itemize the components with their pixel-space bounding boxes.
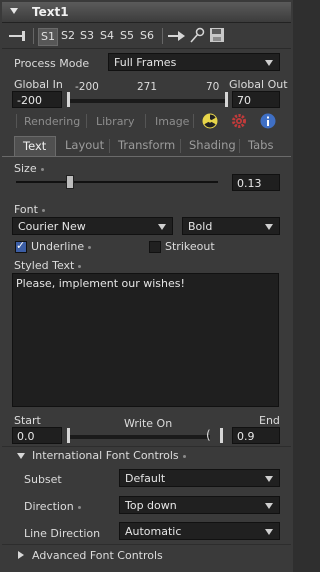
write-on-start-field[interactable]: 0.0 bbox=[12, 427, 62, 444]
underline-checkbox[interactable] bbox=[15, 239, 27, 253]
toolbar-separator bbox=[33, 28, 34, 44]
write-on-end-label: End bbox=[259, 414, 280, 427]
chevron-down-icon bbox=[265, 529, 273, 535]
styled-text-input[interactable]: Please, implement our wishes! bbox=[12, 273, 279, 407]
direction-label: Direction bbox=[24, 500, 81, 513]
process-mode-select[interactable]: Full Frames bbox=[108, 53, 280, 71]
chevron-down-icon bbox=[265, 60, 273, 66]
font-label: Font bbox=[14, 203, 45, 216]
pin-icon[interactable] bbox=[8, 29, 28, 43]
font-style-value: Bold bbox=[188, 220, 213, 233]
font-style-select[interactable]: Bold bbox=[182, 217, 280, 235]
styled-text-label: Styled Text bbox=[14, 259, 82, 272]
write-on-label: Write On bbox=[124, 417, 173, 430]
global-in-label: Global In bbox=[14, 78, 63, 91]
tab-separator bbox=[145, 114, 146, 128]
slot-s1[interactable]: S1 bbox=[38, 28, 58, 46]
toolbar-separator bbox=[162, 28, 163, 44]
slot-s2[interactable]: S2 bbox=[59, 28, 77, 44]
write-on-track[interactable] bbox=[70, 435, 210, 439]
tool-header[interactable]: Text1 bbox=[2, 2, 291, 23]
subtab-baseline bbox=[2, 156, 291, 157]
font-family-select[interactable]: Courier New bbox=[12, 217, 173, 235]
size-slider-track[interactable] bbox=[16, 181, 218, 183]
inspector-panel: Text1 S1 S2 S3 S4 S5 S6 Process Mode Ful… bbox=[0, 0, 293, 572]
write-on-start-label: Start bbox=[14, 414, 41, 427]
direction-value: Top down bbox=[125, 499, 177, 512]
tab-separator bbox=[239, 139, 240, 153]
tab-separator bbox=[86, 114, 87, 128]
line-direction-label: Line Direction bbox=[24, 527, 101, 540]
slot-s3[interactable]: S3 bbox=[78, 28, 96, 44]
write-on-end-field[interactable]: 0.9 bbox=[232, 427, 280, 444]
intl-font-controls-header[interactable]: International Font Controls bbox=[32, 449, 186, 462]
radioactive-icon[interactable] bbox=[202, 113, 218, 129]
tool-title: Text1 bbox=[32, 5, 69, 19]
process-mode-value: Full Frames bbox=[114, 56, 177, 69]
slot-s6[interactable]: S6 bbox=[138, 28, 156, 44]
line-direction-value: Automatic bbox=[125, 525, 182, 538]
gear-icon[interactable] bbox=[231, 113, 247, 129]
reset-icon[interactable] bbox=[167, 28, 187, 44]
tab-separator bbox=[193, 114, 194, 128]
tab-transform[interactable]: Transform bbox=[118, 136, 175, 156]
tab-layout[interactable]: Layout bbox=[65, 136, 104, 156]
toolbar: S1 S2 S3 S4 S5 S6 bbox=[2, 24, 291, 49]
tab-separator bbox=[109, 139, 110, 153]
advanced-font-controls-header[interactable]: Advanced Font Controls bbox=[32, 549, 163, 562]
tab-shading[interactable]: Shading bbox=[189, 136, 236, 156]
size-label: Size bbox=[14, 162, 44, 175]
tab-rendering[interactable]: Rendering bbox=[24, 115, 80, 133]
strikeout-checkbox[interactable] bbox=[149, 241, 161, 253]
collapsed-triangle-icon[interactable] bbox=[18, 551, 24, 559]
subset-value: Default bbox=[125, 472, 166, 485]
key-icon[interactable] bbox=[188, 27, 206, 45]
global-out-field[interactable]: 70 bbox=[232, 91, 280, 108]
info-icon[interactable] bbox=[260, 113, 276, 129]
size-slider-knob[interactable] bbox=[66, 175, 74, 189]
group-divider bbox=[2, 446, 291, 447]
write-on-handle-right[interactable] bbox=[220, 428, 223, 443]
save-icon[interactable] bbox=[209, 27, 225, 43]
global-in-field[interactable]: -200 bbox=[12, 91, 62, 108]
tab-text[interactable]: Text bbox=[14, 136, 56, 156]
tab-separator bbox=[16, 114, 17, 128]
tab-image[interactable]: Image bbox=[155, 115, 189, 133]
range-mark-right: 70 bbox=[206, 81, 220, 93]
tab-tabs[interactable]: Tabs bbox=[248, 136, 273, 156]
line-direction-select[interactable]: Automatic bbox=[119, 522, 280, 540]
range-mark-mid: 271 bbox=[137, 81, 158, 93]
slot-s5[interactable]: S5 bbox=[118, 28, 136, 44]
slot-s4[interactable]: S4 bbox=[98, 28, 116, 44]
process-mode-label: Process Mode bbox=[14, 57, 90, 70]
chevron-down-icon bbox=[265, 503, 273, 509]
tab-library[interactable]: Library bbox=[96, 115, 134, 133]
range-handle-right[interactable] bbox=[225, 92, 228, 107]
font-family-value: Courier New bbox=[18, 220, 86, 233]
write-on-end-marker: ( bbox=[206, 428, 211, 442]
chevron-down-icon bbox=[158, 224, 166, 230]
global-out-label: Global Out bbox=[229, 78, 288, 91]
direction-select[interactable]: Top down bbox=[119, 496, 280, 514]
subset-select[interactable]: Default bbox=[119, 469, 280, 487]
chevron-down-icon bbox=[265, 476, 273, 482]
subset-label: Subset bbox=[24, 473, 62, 486]
underline-label: Underline bbox=[31, 240, 92, 253]
tab-separator bbox=[180, 139, 181, 153]
chevron-down-icon bbox=[265, 224, 273, 230]
group-divider bbox=[2, 544, 291, 545]
collapse-triangle-icon[interactable] bbox=[10, 8, 18, 14]
size-field[interactable]: 0.13 bbox=[232, 174, 280, 191]
expand-triangle-icon[interactable] bbox=[17, 453, 25, 459]
range-track[interactable] bbox=[70, 99, 226, 103]
strikeout-label: Strikeout bbox=[165, 240, 215, 253]
range-mark-left: -200 bbox=[75, 81, 99, 93]
